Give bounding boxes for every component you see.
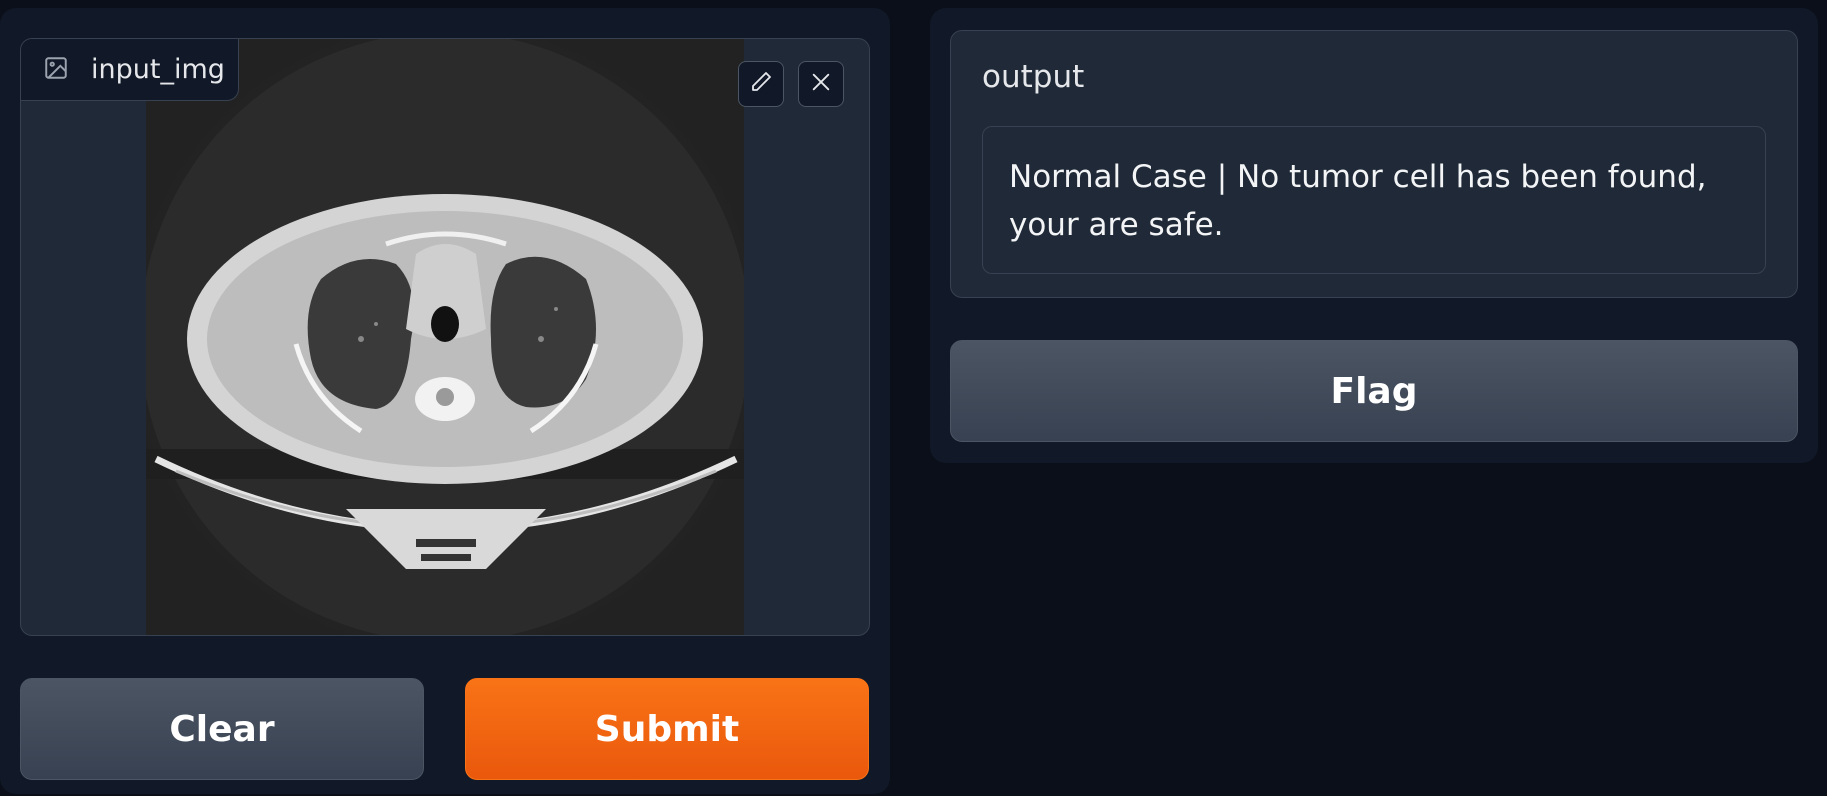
remove-image-button[interactable] [798,61,844,107]
image-icon [43,55,69,85]
edit-button[interactable] [738,61,784,107]
input-label: input_img [91,54,225,85]
output-textbox[interactable]: Normal Case | No tumor cell has been fou… [982,126,1766,274]
output-panel: output Normal Case | No tumor cell has b… [930,8,1818,463]
input-label-tab: input_img [21,39,239,101]
output-block: output Normal Case | No tumor cell has b… [950,30,1798,298]
pencil-icon [749,70,773,98]
image-input-area[interactable]: input_img [20,38,870,636]
ct-scan-image [140,39,750,635]
close-icon [810,71,832,97]
flag-button[interactable]: Flag [950,340,1798,442]
submit-button[interactable]: Submit [465,678,869,780]
clear-button[interactable]: Clear [20,678,424,780]
output-label: output [982,59,1085,95]
input-panel: input_img Clear Submit [0,8,890,794]
